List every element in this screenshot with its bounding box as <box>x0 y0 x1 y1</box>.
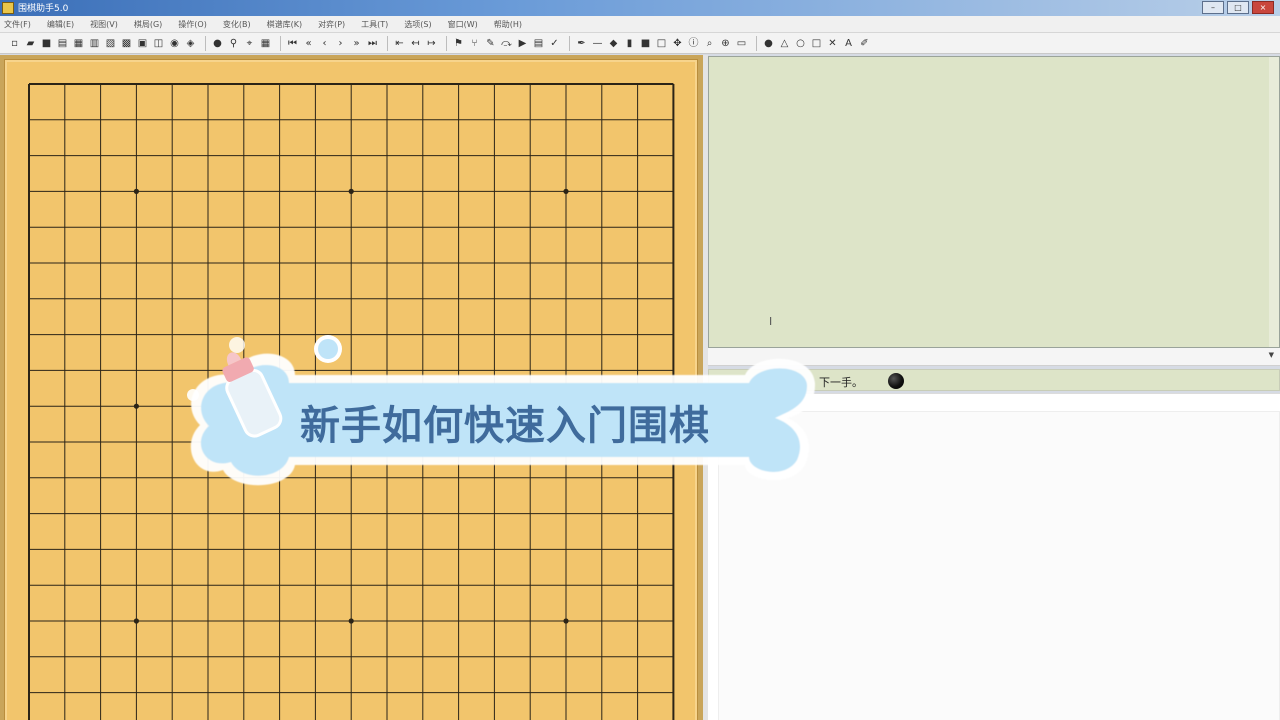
paste-icon[interactable]: ▧ <box>104 37 117 50</box>
board-icon[interactable]: ▩ <box>120 37 133 50</box>
star-point <box>133 403 139 409</box>
toolbar-separator <box>446 35 447 51</box>
star-point <box>133 618 139 624</box>
next-move-icon[interactable]: › <box>334 37 347 50</box>
window-title: 围棋助手5.0 <box>18 4 69 14</box>
minimize-button[interactable]: – <box>1202 1 1224 14</box>
black-stone-icon[interactable]: ● <box>762 37 775 50</box>
image-icon[interactable]: ▣ <box>136 37 149 50</box>
stop-icon[interactable]: ■ <box>639 37 652 50</box>
edit-icon[interactable]: ✎ <box>484 37 497 50</box>
cross-move-icon[interactable]: ✥ <box>671 37 684 50</box>
menu-item[interactable]: 变化(B) <box>223 19 251 30</box>
options-icon[interactable]: ◈ <box>184 37 197 50</box>
web-icon[interactable]: ◉ <box>168 37 181 50</box>
menu-item[interactable]: 对弈(P) <box>318 19 345 30</box>
next-move-label: 下一手。 <box>819 376 863 389</box>
text-cursor-icon: I <box>769 315 773 328</box>
circle-icon[interactable]: ○ <box>794 37 807 50</box>
menu-item[interactable]: 帮助(H) <box>494 19 522 30</box>
toolbar-separator <box>569 35 570 51</box>
star-point <box>563 618 569 624</box>
tree-icon[interactable]: ⑂ <box>468 37 481 50</box>
var-next-icon[interactable]: ↦ <box>425 37 438 50</box>
comment-pane[interactable]: I <box>708 56 1280 348</box>
line-icon[interactable]: — <box>591 37 604 50</box>
square-icon[interactable]: □ <box>810 37 823 50</box>
menu-bar: 文件(F) 编辑(E) 视图(V) 棋局(G) 操作(O) 变化(B) 棋谱库(K) 对弈(P… <box>0 16 1280 33</box>
stone-icon[interactable]: ● <box>211 37 224 50</box>
menu-item[interactable]: 工具(T) <box>361 19 388 30</box>
toolbar-separator <box>756 35 757 51</box>
toolbar: ▫ ▰ ■ ▤ ▦ ▥ ▧ ▩ ▣ ◫ ◉ ◈ ● ⚲ ⌖ ▦ ⏮ «‹ ›» ⏭ ⇤ ↤ ↦ ⚑ ⑂ ✎ ⤼ ▶ ▤ ✓ ✒ — ◆ ▮ ■ □ ✥ ⓘ… <box>0 33 1280 54</box>
next-10-icon[interactable]: » <box>350 37 363 50</box>
copy-icon[interactable]: ▥ <box>88 37 101 50</box>
analyze-icon[interactable]: ⚑ <box>452 37 465 50</box>
score-icon[interactable]: ▤ <box>532 37 545 50</box>
marker-icon[interactable]: ⌖ <box>243 37 256 50</box>
menu-item[interactable]: 窗口(W) <box>448 19 478 30</box>
new-icon[interactable]: ▫ <box>8 37 21 50</box>
menu-item[interactable]: 操作(O) <box>178 19 207 30</box>
window-controls: – □ × <box>1202 1 1274 14</box>
star-point <box>348 618 354 624</box>
menu-item[interactable]: 视图(V) <box>90 19 118 30</box>
toolbar-separator <box>280 35 281 51</box>
toolbar-separator <box>387 35 388 51</box>
toolbar-separator <box>205 35 206 51</box>
comment-scrollbar[interactable] <box>1269 57 1279 347</box>
first-move-icon[interactable]: ⏮ <box>286 37 299 50</box>
menu-item[interactable]: 选项(S) <box>404 19 431 30</box>
go-app-window: 围棋助手5.0 – □ × 文件(F) 编辑(E) 视图(V) 棋局(G) 操作(O) 变… <box>0 0 1280 720</box>
star-point <box>133 188 139 194</box>
menu-item[interactable]: 棋局(G) <box>134 19 162 30</box>
print-icon[interactable]: ▦ <box>72 37 85 50</box>
title-bar: 围棋助手5.0 – □ × <box>0 0 1280 16</box>
save-as-icon[interactable]: ▤ <box>56 37 69 50</box>
pin-icon[interactable]: ⚲ <box>227 37 240 50</box>
info-icon[interactable]: ⓘ <box>687 37 700 50</box>
menu-item[interactable]: 文件(F) <box>4 19 31 30</box>
diamond-icon[interactable]: ◆ <box>607 37 620 50</box>
pass-icon[interactable]: ⤼ <box>500 37 513 50</box>
play-icon[interactable]: ▶ <box>516 37 529 50</box>
hint-icon[interactable]: ✓ <box>548 37 561 50</box>
open-icon[interactable]: ▰ <box>24 37 37 50</box>
last-move-icon[interactable]: ⏭ <box>366 37 379 50</box>
rect-icon[interactable]: □ <box>655 37 668 50</box>
prev-10-icon[interactable]: « <box>302 37 315 50</box>
close-button[interactable]: × <box>1252 1 1274 14</box>
title-banner: 新手如何快速入门围棋 <box>175 330 825 495</box>
prev-move-icon[interactable]: ‹ <box>318 37 331 50</box>
star-point <box>348 188 354 194</box>
banner-caption: 新手如何快速入门围棋 <box>300 403 710 449</box>
grid-icon[interactable]: ▦ <box>259 37 272 50</box>
cross-icon[interactable]: ✕ <box>826 37 839 50</box>
menu-item[interactable]: 编辑(E) <box>47 19 74 30</box>
app-icon <box>2 2 14 14</box>
black-stone-icon <box>888 373 904 389</box>
triangle-icon[interactable]: △ <box>778 37 791 50</box>
zoom-icon[interactable]: ⊕ <box>719 37 732 50</box>
save-icon[interactable]: ■ <box>40 37 53 50</box>
menu-item[interactable]: 棋谱库(K) <box>267 19 303 30</box>
maximize-button[interactable]: □ <box>1227 1 1249 14</box>
find-icon[interactable]: ⌕ <box>703 37 716 50</box>
var-prev-icon[interactable]: ↤ <box>409 37 422 50</box>
pen-icon[interactable]: ✒ <box>575 37 588 50</box>
letter-icon[interactable]: A <box>842 37 855 50</box>
var-first-icon[interactable]: ⇤ <box>393 37 406 50</box>
export-icon[interactable]: ◫ <box>152 37 165 50</box>
view-icon[interactable]: ▭ <box>735 37 748 50</box>
bookmark-icon[interactable]: ▮ <box>623 37 636 50</box>
star-point <box>563 188 569 194</box>
brush-icon[interactable]: ✐ <box>858 37 871 50</box>
scroll-down-icon[interactable]: ▼ <box>1269 351 1274 359</box>
